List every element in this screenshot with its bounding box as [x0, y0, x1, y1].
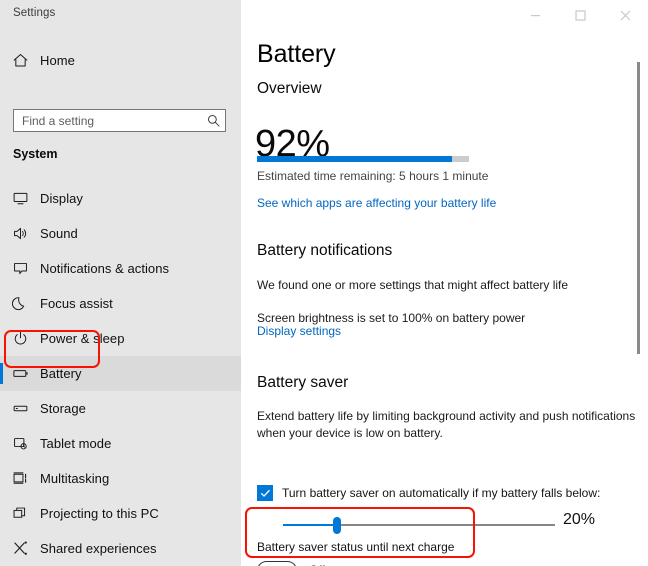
sidebar-item-label: Power & sleep — [40, 331, 125, 346]
window-controls — [513, 0, 648, 30]
sidebar-item-label: Shared experiences — [40, 541, 157, 556]
monitor-icon — [0, 190, 40, 207]
battery-saver-status-toggle[interactable] — [257, 561, 297, 566]
sidebar-item-label: Storage — [40, 401, 86, 416]
power-icon — [0, 330, 40, 347]
sidebar-item-label: Multitasking — [40, 471, 110, 486]
title-bar: Settings — [0, 0, 648, 30]
battery-time-estimate: Estimated time remaining: 5 hours 1 minu… — [257, 169, 489, 183]
notifications-heading: Battery notifications — [257, 242, 393, 259]
app-title: Settings — [13, 7, 56, 19]
share-icon — [0, 540, 40, 557]
multitasking-icon — [0, 470, 40, 487]
battery-saver-description-line1: Extend battery life by limiting backgrou… — [257, 409, 636, 423]
battery-saver-status-label: Battery saver status until next charge — [257, 540, 455, 554]
settings-window: Settings Home Find a setting System Disp… — [0, 0, 648, 566]
overview-heading: Overview — [257, 80, 322, 97]
maximize-icon — [575, 9, 586, 21]
search-box[interactable] — [13, 109, 226, 132]
tablet-icon — [0, 435, 40, 452]
slider-value-label: 20% — [563, 511, 596, 528]
sidebar-item-label: Notifications & actions — [40, 261, 170, 276]
minimize-icon — [531, 14, 540, 16]
moon-icon — [0, 295, 40, 312]
sidebar-item-home[interactable]: Home — [0, 44, 241, 76]
search-icon[interactable] — [201, 114, 225, 127]
sidebar-item-notifications[interactable]: Notifications & actions — [0, 251, 241, 286]
sidebar-item-label: Sound — [40, 226, 78, 241]
battery-icon — [0, 365, 40, 382]
close-button[interactable] — [603, 0, 648, 30]
sidebar: Home System Display — [0, 30, 241, 566]
sidebar-section-title: System — [13, 147, 58, 161]
sidebar-item-battery[interactable]: Battery — [0, 356, 241, 391]
notifications-summary: We found one or more settings that might… — [257, 278, 569, 292]
sidebar-item-display[interactable]: Display — [0, 181, 241, 216]
affecting-apps-link[interactable]: See which apps are affecting your batter… — [257, 196, 496, 210]
auto-battery-saver-checkbox-row[interactable]: Turn battery saver on automatically if m… — [257, 485, 600, 501]
auto-battery-saver-label: Turn battery saver on automatically if m… — [282, 486, 601, 500]
battery-saver-heading: Battery saver — [257, 374, 349, 391]
minimize-button[interactable] — [513, 0, 558, 30]
auto-battery-saver-checkbox[interactable] — [257, 485, 273, 501]
sidebar-item-home-label: Home — [40, 52, 75, 68]
sidebar-item-label: Display — [40, 191, 83, 206]
slider-fill — [283, 524, 338, 526]
sidebar-nav-list: Display Sound Notifications & actions Fo… — [0, 181, 241, 566]
sidebar-item-sound[interactable]: Sound — [0, 216, 241, 251]
content-scrollbar[interactable] — [630, 30, 640, 566]
sidebar-item-label: Focus assist — [40, 296, 113, 311]
sidebar-item-projecting[interactable]: Projecting to this PC — [0, 496, 241, 531]
page-title: Battery — [257, 40, 336, 68]
sidebar-item-power-sleep[interactable]: Power & sleep — [0, 321, 241, 356]
sidebar-item-multitasking[interactable]: Multitasking — [0, 461, 241, 496]
close-icon — [620, 10, 631, 20]
sidebar-item-tablet-mode[interactable]: Tablet mode — [0, 426, 241, 461]
battery-progress-fill — [257, 156, 453, 162]
storage-icon — [0, 400, 40, 417]
display-settings-link[interactable]: Display settings — [257, 324, 341, 338]
sidebar-item-label: Tablet mode — [40, 436, 112, 451]
slider-thumb[interactable] — [333, 517, 342, 534]
sidebar-item-label: Projecting to this PC — [40, 506, 159, 521]
battery-saver-threshold-slider[interactable] — [283, 515, 555, 535]
scrollbar-thumb[interactable] — [637, 62, 640, 354]
sidebar-item-storage[interactable]: Storage — [0, 391, 241, 426]
search-input[interactable] — [14, 110, 201, 131]
maximize-button[interactable] — [558, 0, 603, 30]
main-content: Battery Overview 92% Estimated time rema… — [241, 30, 648, 566]
check-icon — [260, 489, 270, 497]
sidebar-item-label: Battery — [40, 366, 82, 381]
battery-progress-bar — [257, 156, 469, 162]
sidebar-item-focus-assist[interactable]: Focus assist — [0, 286, 241, 321]
battery-saver-description-line2: when your device is low on battery. — [257, 426, 443, 440]
speaker-icon — [0, 225, 40, 242]
sidebar-item-shared-experiences[interactable]: Shared experiences — [0, 531, 241, 566]
projecting-icon — [0, 505, 40, 522]
notification-icon — [0, 260, 40, 277]
home-icon — [0, 52, 40, 69]
